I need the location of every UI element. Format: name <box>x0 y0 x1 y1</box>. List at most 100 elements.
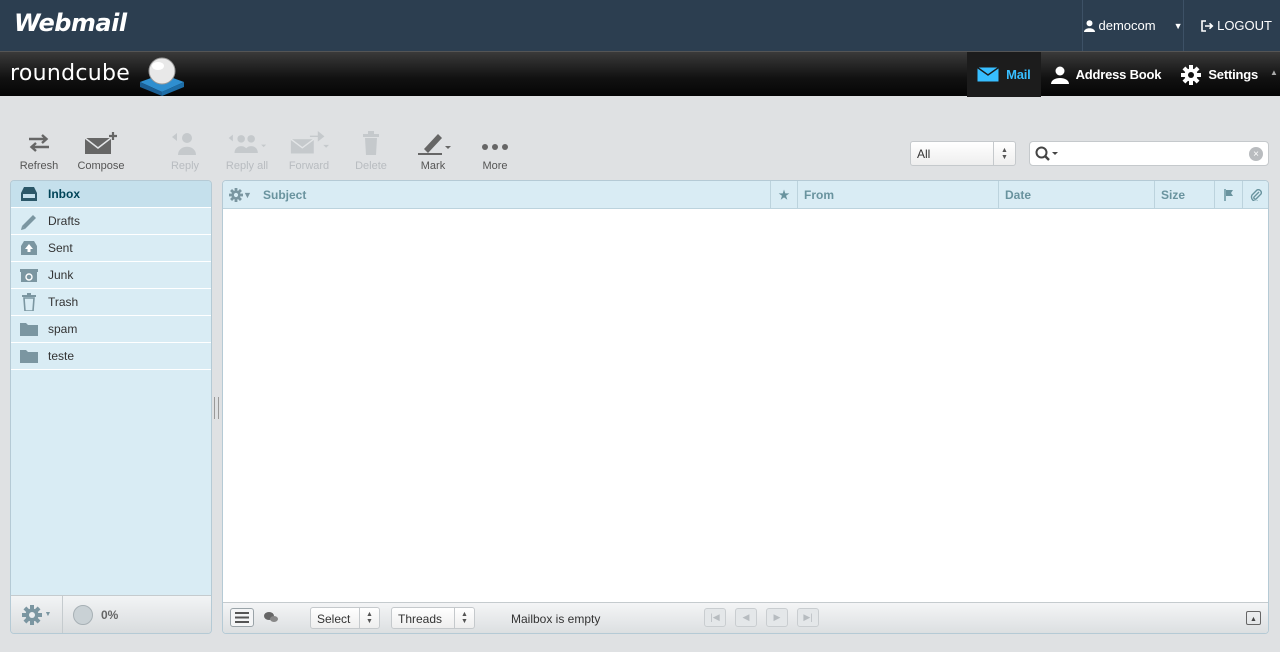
select-arrows-icon: ▲ ▼ <box>454 608 474 628</box>
message-list: ▼ Subject ★ From Date Size Select ▲ ▼ Thr… <box>222 180 1269 634</box>
message-list-header: ▼ Subject ★ From Date Size <box>223 181 1268 209</box>
folder-drafts[interactable]: Drafts <box>11 208 211 235</box>
nav-settings-label: Settings <box>1208 67 1258 82</box>
main-nav: Mail Address Book Settings <box>967 52 1268 97</box>
trash-icon <box>22 293 36 311</box>
folder-inbox[interactable]: Inbox <box>11 181 211 208</box>
star-icon: ★ <box>778 187 790 202</box>
reply-label: Reply <box>170 160 200 172</box>
first-page-button[interactable]: |◀ <box>704 608 726 627</box>
nav-mail[interactable]: Mail <box>967 52 1041 97</box>
folder-actions-button[interactable]: ▼ <box>11 595 63 633</box>
junk-icon <box>20 269 38 282</box>
app-bar: roundcube Mail Address Book Settings ▲ <box>0 51 1280 97</box>
select-label: Select <box>317 612 351 626</box>
column-from[interactable]: From <box>798 181 999 208</box>
trash-icon <box>363 131 379 155</box>
inbox-icon <box>21 187 37 201</box>
filter-select[interactable]: All ▲ ▼ <box>910 141 1016 166</box>
delete-button[interactable]: Delete <box>346 130 396 174</box>
column-subject-label: Subject <box>263 187 307 202</box>
mark-button[interactable]: Mark <box>408 130 458 174</box>
toggle-preview-button[interactable]: ▲ <box>1246 611 1261 625</box>
marker-icon <box>418 134 451 155</box>
refresh-icon <box>29 134 49 152</box>
next-page-icon: ▶ <box>773 612 781 622</box>
chevron-down-icon: ▼ <box>1173 20 1183 31</box>
folder-label: spam <box>48 322 78 336</box>
chevron-down-icon: ▼ <box>44 611 52 618</box>
list-view-button[interactable] <box>230 608 254 627</box>
delete-label: Delete <box>355 160 387 172</box>
forward-label: Forward <box>288 160 330 172</box>
select-menu[interactable]: Select ▲ ▼ <box>310 607 380 629</box>
column-attachment[interactable] <box>1243 181 1268 208</box>
refresh-label: Refresh <box>19 160 59 172</box>
envelope-icon <box>977 67 1000 82</box>
column-size-label: Size <box>1161 187 1186 202</box>
folder-trash[interactable]: Trash <box>11 289 211 316</box>
folder-sent[interactable]: Sent <box>11 235 211 262</box>
threads-view-button[interactable] <box>263 611 279 626</box>
user-menu[interactable]: democom ▼ <box>1082 0 1184 51</box>
forward-button[interactable]: Forward <box>284 130 334 174</box>
folder-teste[interactable]: teste <box>11 343 211 370</box>
search-icon[interactable] <box>1035 146 1061 162</box>
previous-page-icon: ◀ <box>742 612 750 622</box>
roundcube-logo-text: roundcube <box>10 61 131 86</box>
message-list-footer: Select ▲ ▼ Threads ▲ ▼ Mailbox is empty |◀… <box>223 602 1268 633</box>
nav-address-book[interactable]: Address Book <box>1041 52 1172 97</box>
next-page-button[interactable]: ▶ <box>766 608 788 627</box>
column-date[interactable]: Date <box>999 181 1155 208</box>
folder-spam[interactable]: spam <box>11 316 211 343</box>
folder-label: Junk <box>48 268 74 282</box>
nav-mail-label: Mail <box>1006 67 1031 82</box>
gear-icon <box>229 187 243 202</box>
nav-address-book-label: Address Book <box>1075 67 1162 82</box>
folder-label: Trash <box>48 295 79 309</box>
reply-all-button[interactable]: Reply all <box>222 130 272 174</box>
nav-settings[interactable]: Settings <box>1171 52 1268 97</box>
column-flag[interactable] <box>1215 181 1243 208</box>
logout-icon <box>1201 19 1214 32</box>
collapse-header-icon[interactable]: ▲ <box>1270 68 1280 80</box>
mail-toolbar: Refresh Compose Reply Reply all Forward … <box>14 130 532 174</box>
compose-label: Compose <box>77 160 125 172</box>
reply-button[interactable]: Reply <box>160 130 210 174</box>
quota-value: 0% <box>101 607 119 622</box>
list-options-button[interactable]: ▼ <box>223 181 257 208</box>
folder-list-footer: ▼ 0% <box>11 595 211 633</box>
user-icon <box>1083 19 1095 32</box>
threads-menu[interactable]: Threads ▲ ▼ <box>391 607 475 629</box>
pane-splitter[interactable] <box>214 397 219 419</box>
sent-icon <box>21 241 37 255</box>
flag-icon <box>1223 188 1233 201</box>
brand-logo: Webmail <box>14 9 127 37</box>
clear-search-icon[interactable]: × <box>1249 147 1263 161</box>
refresh-button[interactable]: Refresh <box>14 130 64 174</box>
more-button[interactable]: More <box>470 130 520 174</box>
folder-label: Sent <box>48 241 73 255</box>
top-bar: Webmail democom ▼ LOGOUT <box>0 0 1280 51</box>
person-icon <box>1050 66 1069 84</box>
folder-icon <box>20 350 38 363</box>
column-size[interactable]: Size <box>1155 181 1215 208</box>
compose-button[interactable]: Compose <box>76 130 126 174</box>
conversation-icon <box>264 612 278 622</box>
more-label: More <box>482 160 508 172</box>
quota-display: 0% <box>63 604 119 625</box>
last-page-button[interactable]: ▶| <box>797 608 819 627</box>
first-page-icon: |◀ <box>710 612 720 622</box>
logout-button[interactable]: LOGOUT <box>1201 0 1272 51</box>
search-input[interactable]: × <box>1029 141 1269 166</box>
column-flag-star[interactable]: ★ <box>771 181 798 208</box>
column-subject[interactable]: Subject <box>257 181 771 208</box>
folder-junk[interactable]: Junk <box>11 262 211 289</box>
folder-label: Inbox <box>48 187 80 201</box>
previous-page-button[interactable]: ◀ <box>735 608 757 627</box>
forward-icon <box>290 131 329 154</box>
quota-pie-icon <box>73 604 93 625</box>
compose-icon <box>84 132 117 154</box>
roundcube-logo-icon <box>140 57 184 96</box>
last-page-icon: ▶| <box>803 612 813 622</box>
